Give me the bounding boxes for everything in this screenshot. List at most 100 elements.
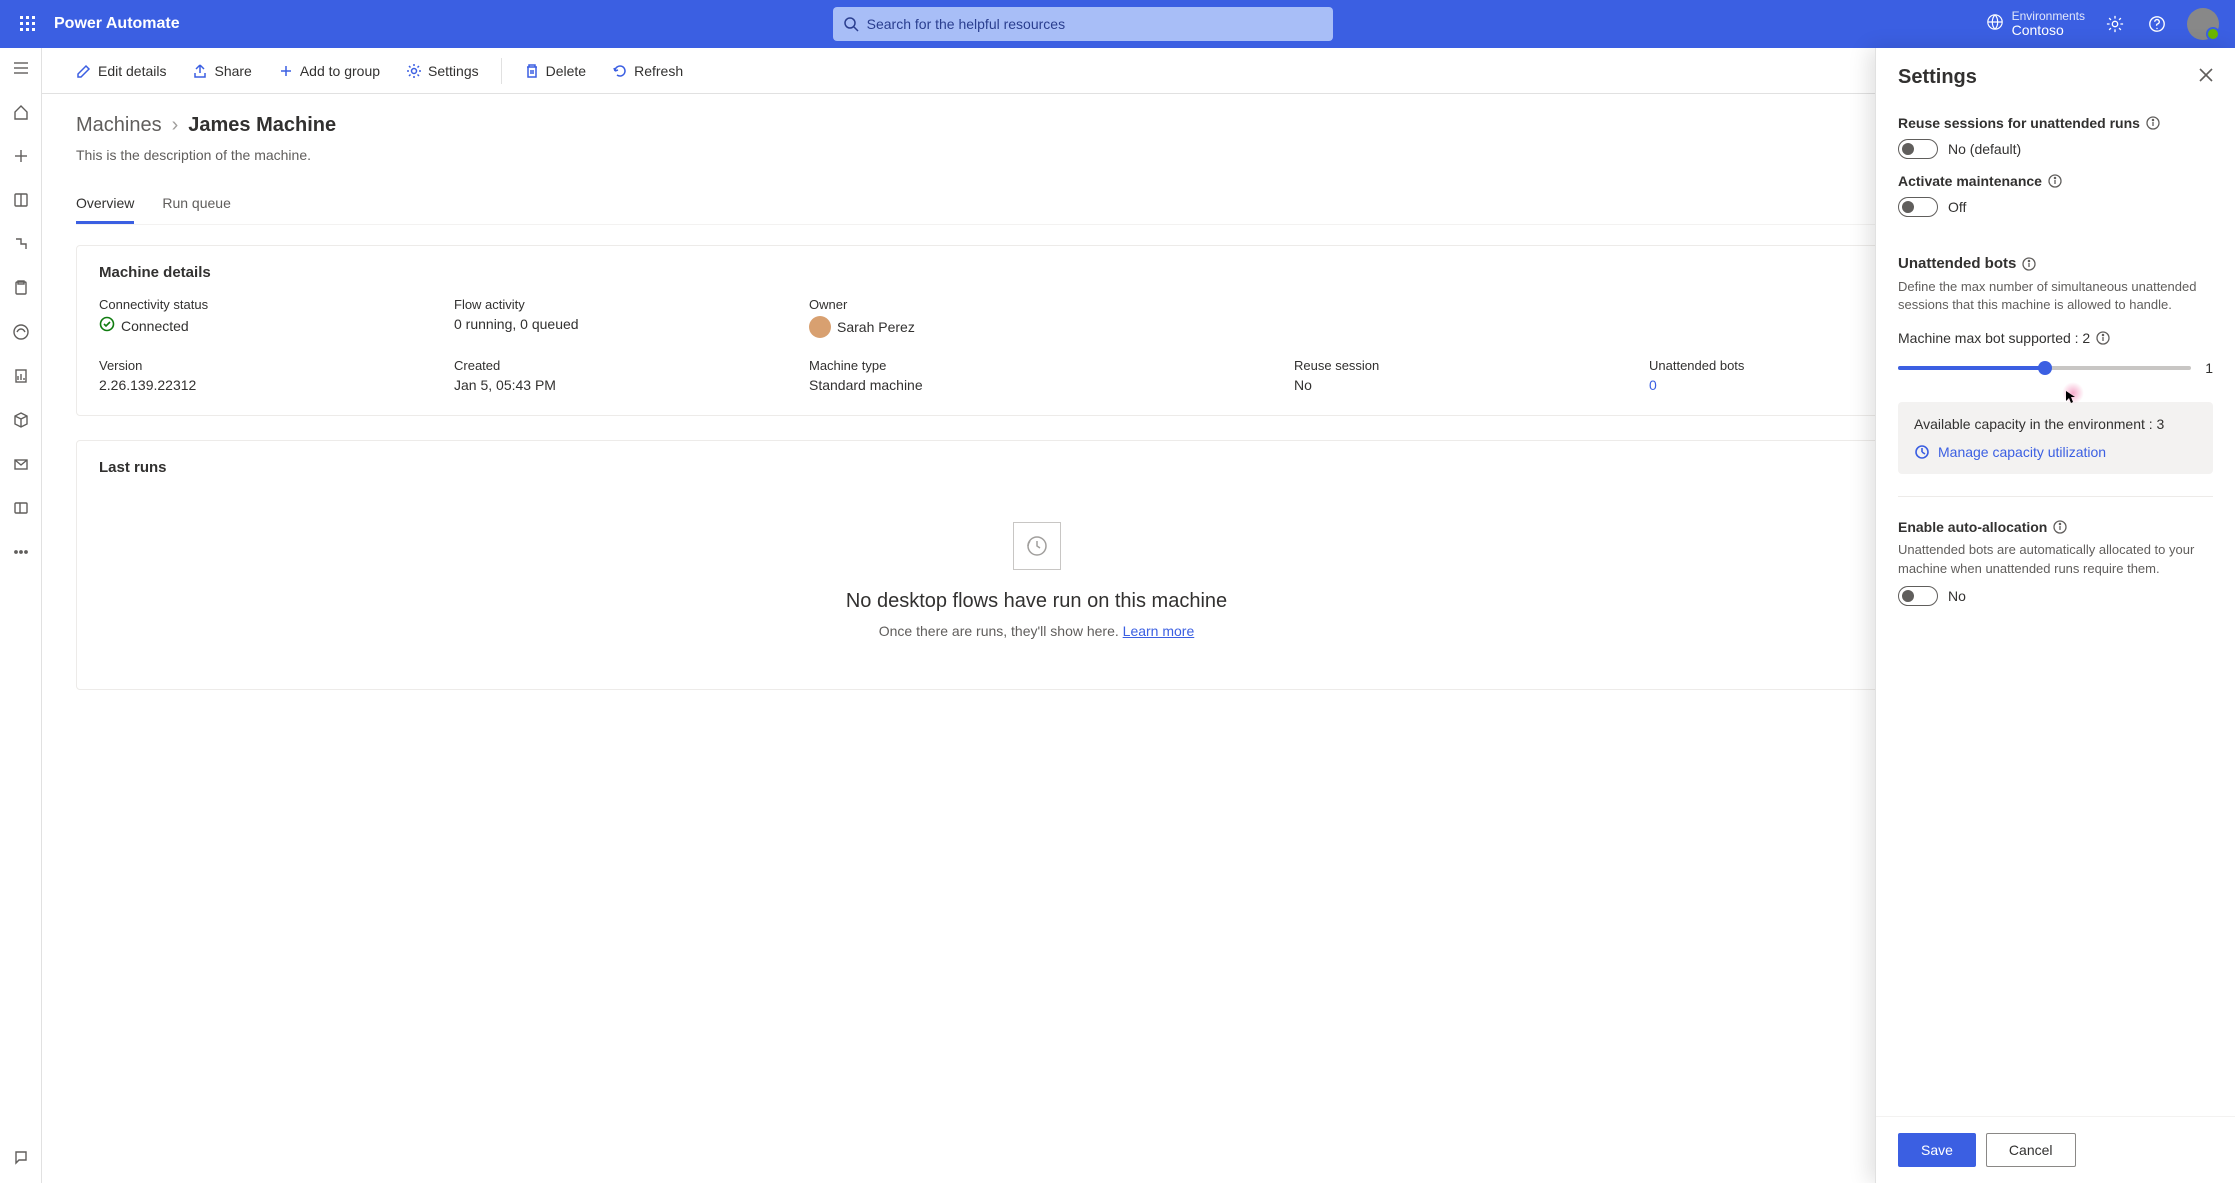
- capacity-label: Available capacity in the environment : …: [1914, 416, 2197, 432]
- gear-icon[interactable]: [2103, 15, 2127, 33]
- empty-subtext: Once there are runs, they'll show here.: [879, 623, 1123, 639]
- maintenance-toggle[interactable]: [1898, 197, 1938, 217]
- cmd-label: Settings: [428, 63, 479, 79]
- app-title: Power Automate: [54, 15, 180, 33]
- edit-details-button[interactable]: Edit details: [66, 57, 176, 85]
- auto-allocation-desc: Unattended bots are automatically alloca…: [1898, 541, 2213, 577]
- share-button[interactable]: Share: [182, 57, 261, 85]
- slider-thumb[interactable]: [2038, 361, 2052, 375]
- auto-allocation-toggle[interactable]: [1898, 586, 1938, 606]
- tab-overview[interactable]: Overview: [76, 187, 134, 224]
- home-icon[interactable]: [9, 100, 33, 124]
- settings-panel: Settings Reuse sessions for unattended r…: [1875, 48, 2235, 1183]
- link-text: Manage capacity utilization: [1938, 444, 2106, 460]
- delete-button[interactable]: Delete: [514, 57, 596, 85]
- slider-value: 1: [2201, 360, 2213, 376]
- capacity-box: Available capacity in the environment : …: [1898, 402, 2213, 474]
- plus-icon[interactable]: [9, 144, 33, 168]
- learn-more-link[interactable]: Learn more: [1123, 623, 1195, 639]
- clipboard-icon[interactable]: [9, 276, 33, 300]
- toggle-value: Off: [1948, 199, 1966, 215]
- env-name: Contoso: [2012, 23, 2085, 38]
- field-label: Version: [99, 358, 424, 373]
- panel-title: Settings: [1898, 66, 1977, 89]
- field-value: Standard machine: [809, 377, 923, 393]
- user-avatar[interactable]: [2187, 8, 2219, 40]
- info-icon: [2048, 174, 2062, 188]
- activity-icon[interactable]: [9, 320, 33, 344]
- empty-title: No desktop flows have run on this machin…: [97, 590, 1976, 613]
- divider: [1898, 496, 2213, 497]
- flow-icon[interactable]: [9, 232, 33, 256]
- cmd-label: Share: [214, 63, 251, 79]
- last-runs-card: Last runs See all runs No desktop flows …: [76, 440, 1997, 690]
- field-value: 2.26.139.22312: [99, 377, 196, 393]
- field-label: Created: [454, 358, 779, 373]
- maintenance-label: Activate maintenance: [1898, 173, 2042, 189]
- data-icon[interactable]: [9, 496, 33, 520]
- connected-icon: [99, 316, 115, 335]
- info-icon: [2146, 116, 2160, 130]
- breadcrumb-root[interactable]: Machines: [76, 114, 162, 137]
- waffle-icon[interactable]: [8, 4, 48, 44]
- report-icon[interactable]: [9, 364, 33, 388]
- refresh-button[interactable]: Refresh: [602, 57, 693, 85]
- topbar: Power Automate Environments Contoso: [0, 0, 2235, 48]
- field-label: Flow activity: [454, 297, 779, 312]
- chevron-right-icon: ›: [172, 114, 179, 137]
- more-icon[interactable]: [9, 540, 33, 564]
- field-value: Connected: [121, 318, 189, 334]
- hamburger-icon[interactable]: [9, 56, 33, 80]
- add-to-group-button[interactable]: Add to group: [268, 57, 390, 85]
- help-icon[interactable]: [2145, 15, 2169, 33]
- slider-label: Machine max bot supported : 2: [1898, 330, 2090, 346]
- history-icon: [1013, 522, 1061, 570]
- cancel-button[interactable]: Cancel: [1986, 1133, 2076, 1167]
- unattended-bots-heading: Unattended bots: [1898, 255, 2016, 272]
- section-description: Define the max number of simultaneous un…: [1898, 278, 2213, 314]
- separator: [501, 58, 502, 84]
- settings-button[interactable]: Settings: [396, 57, 489, 85]
- environment-picker[interactable]: Environments Contoso: [1986, 10, 2085, 39]
- card-title: Machine details: [77, 246, 1996, 287]
- field-label: Connectivity status: [99, 297, 424, 312]
- field-value: No: [1294, 377, 1312, 393]
- breadcrumb-current: James Machine: [188, 114, 336, 137]
- info-icon: [2022, 257, 2036, 271]
- info-icon: [2096, 331, 2110, 345]
- auto-allocation-label: Enable auto-allocation: [1898, 519, 2047, 535]
- reuse-sessions-label: Reuse sessions for unattended runs: [1898, 115, 2140, 131]
- book-icon[interactable]: [9, 188, 33, 212]
- field-value: Sarah Perez: [837, 319, 915, 335]
- chat-icon[interactable]: [9, 1145, 33, 1169]
- field-value: Jan 5, 05:43 PM: [454, 377, 556, 393]
- cmd-label: Delete: [546, 63, 586, 79]
- cmd-label: Add to group: [300, 63, 380, 79]
- machine-details-card: Machine details Connectivity status Conn…: [76, 245, 1997, 416]
- info-icon: [2053, 520, 2067, 534]
- toggle-value: No (default): [1948, 141, 2021, 157]
- manage-capacity-link[interactable]: Manage capacity utilization: [1914, 444, 2197, 460]
- field-label: Machine type: [809, 358, 1264, 373]
- search-box[interactable]: [833, 7, 1333, 41]
- cursor-highlight: [2062, 382, 2084, 404]
- card-title: Last runs: [99, 459, 167, 476]
- field-value-link[interactable]: 0: [1649, 377, 1657, 393]
- envelope-icon[interactable]: [9, 452, 33, 476]
- reuse-sessions-toggle[interactable]: [1898, 139, 1938, 159]
- toggle-value: No: [1948, 588, 1966, 604]
- field-label: Reuse session: [1294, 358, 1619, 373]
- cmd-label: Edit details: [98, 63, 166, 79]
- search-input[interactable]: [867, 16, 1323, 32]
- package-icon[interactable]: [9, 408, 33, 432]
- left-rail: [0, 48, 42, 1183]
- env-label: Environments: [2012, 10, 2085, 23]
- save-button[interactable]: Save: [1898, 1133, 1976, 1167]
- tab-run-queue[interactable]: Run queue: [162, 187, 231, 224]
- field-value: 0 running, 0 queued: [454, 316, 579, 332]
- cmd-label: Refresh: [634, 63, 683, 79]
- owner-avatar: [809, 316, 831, 338]
- close-icon[interactable]: [2199, 68, 2213, 87]
- field-label: Owner: [809, 297, 1264, 312]
- bot-slider[interactable]: 1: [1898, 360, 2213, 376]
